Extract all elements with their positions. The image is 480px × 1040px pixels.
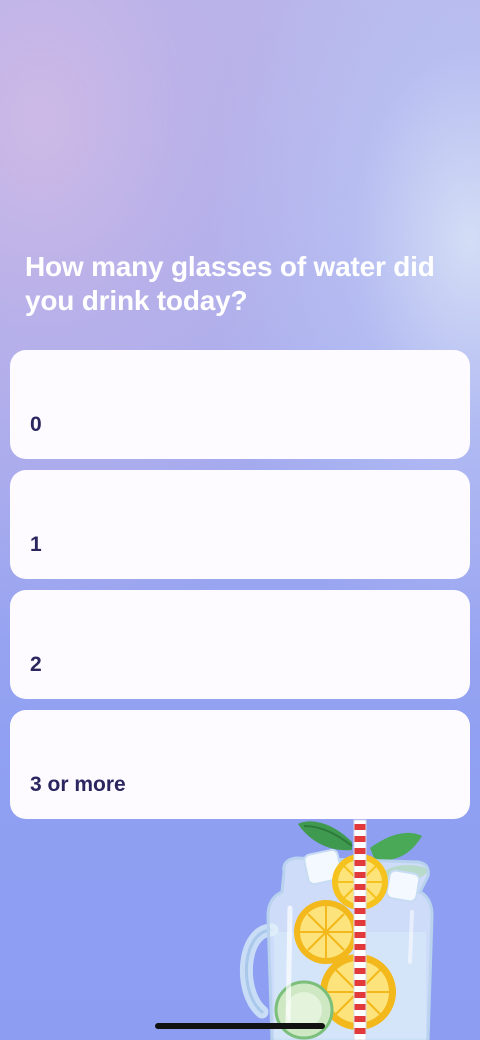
option-label: 0 (30, 413, 42, 436)
option-1[interactable]: 1 (10, 470, 470, 579)
option-label: 2 (30, 653, 42, 676)
option-label: 3 or more (30, 773, 126, 796)
option-0[interactable]: 0 (10, 350, 470, 459)
lemon-water-jar-icon (232, 812, 442, 1040)
question-title: How many glasses of water did you drink … (25, 251, 435, 316)
answer-options: 0 1 2 3 or more (10, 350, 470, 830)
option-3-or-more[interactable]: 3 or more (10, 710, 470, 819)
home-indicator[interactable] (155, 1023, 325, 1029)
option-label: 1 (30, 533, 42, 556)
option-2[interactable]: 2 (10, 590, 470, 699)
